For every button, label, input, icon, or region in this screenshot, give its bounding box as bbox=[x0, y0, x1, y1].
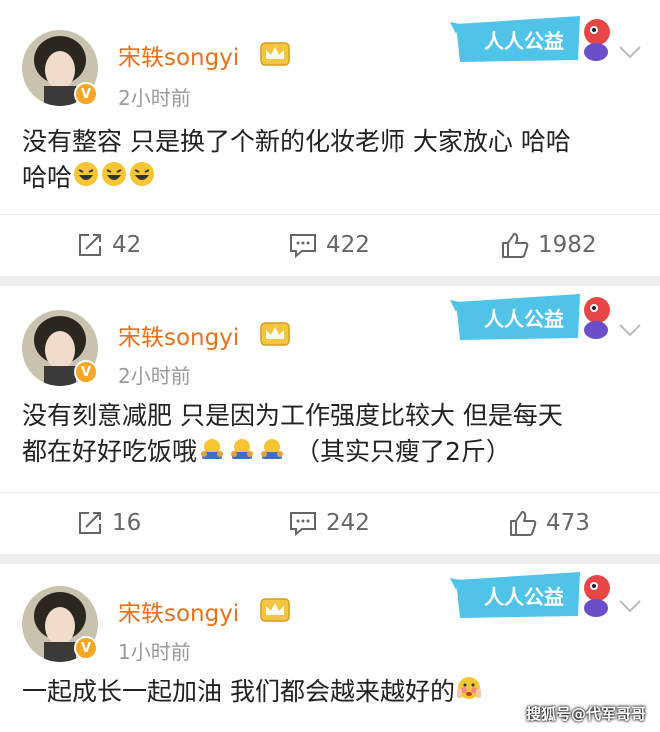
post-time: 1小时前 bbox=[118, 640, 191, 664]
charity-badge[interactable]: 人人公益 bbox=[450, 566, 614, 624]
weibo-post: V 宋轶songyi 2小时前 人人公益 没有刻意减肥 只是因为工作强度比较大 … bbox=[0, 286, 660, 554]
laughing-emoji bbox=[73, 161, 99, 197]
laughing-emoji bbox=[101, 161, 127, 197]
hungry-emoji bbox=[258, 435, 286, 471]
like-button[interactable]: 473 bbox=[508, 508, 590, 538]
content-line: 哈哈 bbox=[22, 160, 642, 197]
comment-button[interactable]: 422 bbox=[288, 230, 370, 260]
chevron-down-icon[interactable] bbox=[618, 322, 642, 338]
comment-count: 422 bbox=[326, 232, 370, 258]
username[interactable]: 宋轶songyi bbox=[118, 38, 239, 72]
crown-icon bbox=[260, 42, 290, 66]
crown-icon bbox=[260, 322, 290, 346]
like-count: 473 bbox=[546, 510, 590, 536]
crown-icon bbox=[260, 598, 290, 622]
verified-icon: V bbox=[74, 636, 98, 660]
comment-count: 242 bbox=[326, 510, 370, 536]
chevron-down-icon[interactable] bbox=[618, 598, 642, 614]
post-content: 没有整容 只是换了个新的化妆老师 大家放心 哈哈 哈哈 bbox=[22, 124, 642, 197]
repost-icon bbox=[79, 234, 101, 256]
repost-button[interactable]: 16 bbox=[76, 508, 141, 538]
charity-badge[interactable]: 人人公益 bbox=[450, 10, 614, 68]
repost-icon bbox=[79, 512, 101, 534]
divider bbox=[0, 492, 660, 493]
verified-icon: V bbox=[74, 82, 98, 106]
repost-button[interactable]: 42 bbox=[76, 230, 141, 260]
comment-icon bbox=[290, 234, 316, 259]
post-content: 没有刻意减肥 只是因为工作强度比较大 但是每天 都在好好吃饭哦 （其实只瘦了2斤） bbox=[22, 398, 642, 471]
post-time: 2小时前 bbox=[118, 86, 191, 110]
thumbs-up-icon bbox=[502, 233, 529, 258]
content-line: 都在好好吃饭哦 （其实只瘦了2斤） bbox=[22, 434, 642, 471]
svg-text:人人公益: 人人公益 bbox=[484, 29, 564, 53]
comment-icon bbox=[290, 512, 316, 537]
chevron-down-icon[interactable] bbox=[618, 44, 642, 60]
repost-count: 42 bbox=[112, 232, 142, 258]
divider bbox=[0, 214, 660, 215]
laughing-emoji bbox=[129, 161, 155, 197]
watermark: 搜狐号@代军哥哥 bbox=[525, 705, 646, 723]
verified-icon: V bbox=[74, 360, 98, 384]
repost-count: 16 bbox=[112, 510, 142, 536]
username[interactable]: 宋轶songyi bbox=[118, 594, 239, 628]
content-line: 没有整容 只是换了个新的化妆老师 大家放心 哈哈 bbox=[22, 127, 571, 156]
svg-text:人人公益: 人人公益 bbox=[484, 585, 564, 609]
weibo-post: V 宋轶songyi 1小时前 人人公益 一起成长一起加油 我们都会越来越好的 … bbox=[0, 564, 660, 732]
like-button[interactable]: 1982 bbox=[500, 230, 597, 260]
username[interactable]: 宋轶songyi bbox=[118, 318, 239, 352]
charity-badge[interactable]: 人人公益 bbox=[450, 288, 614, 346]
shy-emoji bbox=[456, 675, 482, 711]
comment-button[interactable]: 242 bbox=[288, 508, 370, 538]
like-count: 1982 bbox=[538, 232, 597, 258]
thumbs-up-icon bbox=[510, 511, 537, 536]
post-time: 2小时前 bbox=[118, 364, 191, 388]
content-line: 没有刻意减肥 只是因为工作强度比较大 但是每天 bbox=[22, 401, 563, 430]
weibo-post: V 宋轶songyi 2小时前 人人公益 没有整容 只是换了个新的化妆老师 大家… bbox=[0, 0, 660, 276]
hungry-emoji bbox=[198, 435, 226, 471]
hungry-emoji bbox=[228, 435, 256, 471]
svg-text:人人公益: 人人公益 bbox=[484, 307, 564, 331]
